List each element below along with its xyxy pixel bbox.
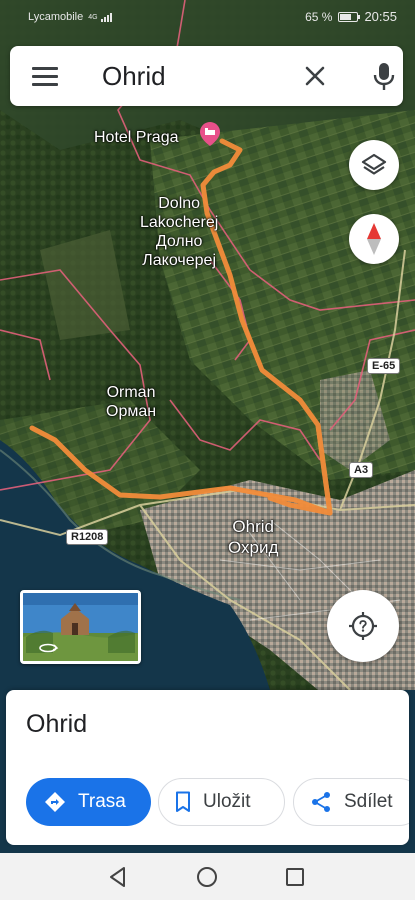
village-name-latin-1: Dolno [158, 195, 201, 212]
menu-icon[interactable] [32, 66, 58, 86]
layers-button[interactable] [349, 140, 399, 190]
battery-icon [338, 11, 361, 22]
carrier-name: Lycamobile [28, 11, 84, 23]
directions-label: Trasa [78, 791, 126, 812]
battery-fill [340, 13, 351, 20]
share-button[interactable]: Sdílet [293, 778, 409, 826]
clock: 20:55 [364, 9, 397, 24]
battery-percent: 65 % [305, 9, 333, 24]
orman-name-cyrillic: Орман [106, 403, 157, 420]
street-view-image [23, 593, 138, 661]
search-input[interactable] [102, 60, 292, 92]
city-name-latin: Ohrid [232, 517, 274, 536]
share-icon [312, 792, 330, 812]
village-label: Dolno Lakocherej Долно Лакочереј [140, 194, 218, 270]
save-label: Uložit [203, 791, 251, 812]
home-circle-icon[interactable] [195, 865, 219, 889]
network-type: 4G [88, 13, 98, 21]
status-bar: Lycamobile 4G 65 % 20:55 [0, 0, 415, 34]
road-shield-a3: A3 [349, 462, 374, 478]
village-name-latin-2: Lakocherej [140, 214, 219, 231]
orman-name-latin: Orman [106, 384, 156, 401]
back-triangle-icon[interactable] [106, 865, 130, 889]
search-bar[interactable] [10, 46, 403, 106]
orman-label: Orman Орман [106, 383, 156, 421]
mic-icon[interactable] [369, 60, 399, 92]
village-name-cyrillic-1: Долно [155, 233, 203, 250]
directions-icon [45, 792, 65, 812]
street-view-thumbnail[interactable] [20, 590, 141, 664]
place-card[interactable]: Ohrid Trasa Uložit Sdílet [6, 690, 409, 845]
signal-icon [100, 12, 112, 22]
share-label: Sdílet [344, 791, 393, 812]
my-location-button[interactable] [327, 590, 399, 662]
place-title: Ohrid [26, 710, 88, 738]
compass-button[interactable] [349, 214, 399, 264]
road-shield-r1208: R1208 [66, 529, 109, 545]
save-button[interactable]: Uložit [158, 778, 285, 826]
my-location-icon [349, 612, 377, 640]
system-navigation-bar [0, 853, 415, 900]
compass-icon [367, 223, 381, 255]
status-right: 65 % 20:55 [305, 9, 397, 24]
hotel-label[interactable]: Hotel Praga [94, 128, 179, 147]
recents-square-icon[interactable] [283, 865, 307, 889]
village-name-cyrillic-2: Лакочереј [142, 252, 216, 269]
road-shield-e65: E-65 [367, 358, 401, 374]
city-name-cyrillic: Охрид [228, 538, 279, 557]
directions-button[interactable]: Trasa [26, 778, 151, 826]
layers-icon [361, 153, 387, 175]
close-icon[interactable] [300, 61, 330, 91]
city-label[interactable]: Ohrid Охрид [228, 516, 278, 558]
hotel-pin-icon[interactable] [200, 122, 220, 146]
status-left: Lycamobile 4G [28, 11, 112, 23]
bookmark-icon [176, 791, 190, 812]
